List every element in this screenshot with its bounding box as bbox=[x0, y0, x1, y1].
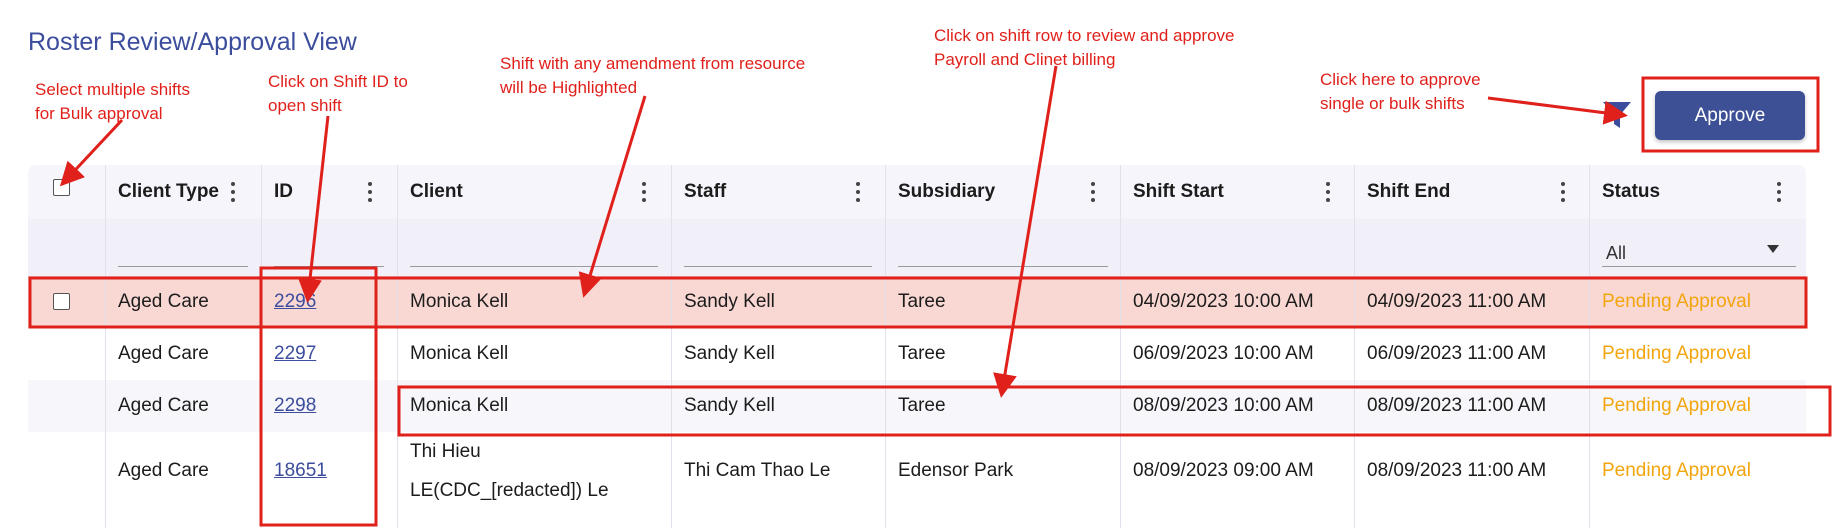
shift-id-link[interactable]: 18651 bbox=[274, 432, 327, 510]
filter-icon[interactable] bbox=[1600, 98, 1634, 132]
status-filter-select[interactable]: All bbox=[1606, 243, 1626, 264]
subsidiary-filter-input[interactable] bbox=[898, 266, 1108, 267]
column-header-client-type[interactable]: Client Type bbox=[118, 165, 219, 219]
shift-id-link[interactable]: 2298 bbox=[274, 380, 316, 432]
filter-row bbox=[28, 219, 1806, 276]
cell-subsidiary: Taree bbox=[898, 291, 946, 312]
column-divider bbox=[885, 165, 886, 528]
annotation-line: Click here to approve bbox=[1320, 70, 1481, 89]
cell-client-type: Aged Care bbox=[118, 460, 209, 481]
cell-shift-start: 08/09/2023 09:00 AM bbox=[1133, 460, 1314, 481]
shift-id-link[interactable]: 2296 bbox=[274, 276, 316, 328]
kebab-menu-icon[interactable] bbox=[1325, 182, 1331, 202]
kebab-menu-icon[interactable] bbox=[1090, 182, 1096, 202]
annotation-bulk-select: Select multiple shifts for Bulk approval bbox=[35, 78, 190, 126]
roster-table: Client Type ID Client Staff Subsidiary S… bbox=[28, 165, 1806, 528]
cell-client: Thi Hieu LE(CDC_[redacted]) Le bbox=[410, 432, 609, 510]
table-row[interactable]: Aged Care 18651 Thi Hieu LE(CDC_[redacte… bbox=[28, 432, 1806, 528]
column-divider bbox=[105, 165, 106, 528]
cell-client-type: Aged Care bbox=[118, 291, 209, 312]
annotation-amendment: Shift with any amendment from resource w… bbox=[500, 52, 805, 100]
page-title: Roster Review/Approval View bbox=[28, 28, 357, 56]
cell-subsidiary: Edensor Park bbox=[898, 460, 1014, 481]
cell-client: Monica Kell bbox=[410, 291, 509, 312]
cell-shift-start: 06/09/2023 10:00 AM bbox=[1133, 343, 1314, 364]
cell-staff: Sandy Kell bbox=[684, 291, 775, 312]
client-filter-input[interactable] bbox=[410, 266, 658, 267]
cell-shift-start: 04/09/2023 10:00 AM bbox=[1133, 291, 1314, 312]
kebab-menu-icon[interactable] bbox=[1560, 182, 1566, 202]
column-divider bbox=[671, 165, 672, 528]
annotation-approve-hint: Click here to approve single or bulk shi… bbox=[1320, 68, 1481, 116]
annotation-line: will be Highlighted bbox=[500, 78, 638, 97]
row-checkbox[interactable] bbox=[53, 293, 70, 310]
kebab-menu-icon[interactable] bbox=[230, 182, 236, 202]
annotation-line: single or bulk shifts bbox=[1320, 94, 1465, 113]
status-badge: Pending Approval bbox=[1602, 460, 1751, 481]
annotation-line: Shift with any amendment from resource bbox=[500, 54, 806, 73]
cell-client-type: Aged Care bbox=[118, 395, 209, 416]
client-type-filter-input[interactable] bbox=[118, 266, 248, 267]
kebab-menu-icon[interactable] bbox=[367, 182, 373, 202]
column-divider bbox=[1354, 165, 1355, 528]
column-header-client[interactable]: Client bbox=[410, 165, 463, 219]
client-name-line-2: LE(CDC_[redacted]) Le bbox=[410, 480, 609, 501]
staff-filter-input[interactable] bbox=[684, 266, 872, 267]
column-header-status[interactable]: Status bbox=[1602, 165, 1660, 219]
cell-subsidiary: Taree bbox=[898, 395, 946, 416]
client-name-line-1: Thi Hieu bbox=[410, 441, 481, 462]
cell-shift-end: 04/09/2023 11:00 AM bbox=[1367, 291, 1547, 312]
annotation-line: open shift bbox=[268, 96, 342, 115]
status-filter-underline bbox=[1602, 266, 1796, 267]
column-divider bbox=[1589, 165, 1590, 528]
cell-staff: Sandy Kell bbox=[684, 343, 775, 364]
column-divider bbox=[397, 165, 398, 528]
column-divider bbox=[261, 165, 262, 528]
column-header-staff[interactable]: Staff bbox=[684, 165, 726, 219]
status-badge: Pending Approval bbox=[1602, 291, 1751, 312]
select-all-checkbox[interactable] bbox=[53, 179, 70, 196]
column-header-id[interactable]: ID bbox=[274, 165, 293, 219]
cell-staff: Thi Cam Thao Le bbox=[684, 460, 831, 481]
table-row[interactable]: Aged Care 2298 Monica Kell Sandy Kell Ta… bbox=[28, 380, 1806, 432]
shift-id-link[interactable]: 2297 bbox=[274, 328, 316, 380]
cell-client: Monica Kell bbox=[410, 343, 509, 364]
cell-shift-end: 06/09/2023 11:00 AM bbox=[1367, 343, 1547, 364]
cell-shift-end: 08/09/2023 11:00 AM bbox=[1367, 460, 1547, 481]
kebab-menu-icon[interactable] bbox=[855, 182, 861, 202]
column-header-shift-start[interactable]: Shift Start bbox=[1133, 165, 1224, 219]
cell-subsidiary: Taree bbox=[898, 343, 946, 364]
annotation-shift-id: Click on Shift ID to open shift bbox=[268, 70, 408, 118]
annotation-review-row: Click on shift row to review and approve… bbox=[934, 24, 1234, 72]
annotation-line: for Bulk approval bbox=[35, 104, 163, 123]
kebab-menu-icon[interactable] bbox=[641, 182, 647, 202]
annotation-line: Click on Shift ID to bbox=[268, 72, 408, 91]
cell-client-type: Aged Care bbox=[118, 343, 209, 364]
table-header: Client Type ID Client Staff Subsidiary S… bbox=[28, 165, 1806, 219]
id-filter-input[interactable] bbox=[274, 266, 384, 267]
cell-staff: Sandy Kell bbox=[684, 395, 775, 416]
cell-client: Monica Kell bbox=[410, 395, 509, 416]
dropdown-arrow-icon[interactable] bbox=[1767, 245, 1779, 253]
kebab-menu-icon[interactable] bbox=[1776, 182, 1782, 202]
status-badge: Pending Approval bbox=[1602, 395, 1751, 416]
cell-shift-end: 08/09/2023 11:00 AM bbox=[1367, 395, 1547, 416]
approve-button[interactable]: Approve bbox=[1655, 91, 1805, 140]
cell-shift-start: 08/09/2023 10:00 AM bbox=[1133, 395, 1314, 416]
annotation-line: Select multiple shifts bbox=[35, 80, 190, 99]
annotation-line: Payroll and Clinet billing bbox=[934, 50, 1116, 69]
column-header-subsidiary[interactable]: Subsidiary bbox=[898, 165, 995, 219]
table-row[interactable]: Aged Care 2297 Monica Kell Sandy Kell Ta… bbox=[28, 328, 1806, 380]
table-row[interactable]: Aged Care 2296 Monica Kell Sandy Kell Ta… bbox=[28, 276, 1806, 328]
annotation-line: Click on shift row to review and approve bbox=[934, 26, 1235, 45]
column-header-shift-end[interactable]: Shift End bbox=[1367, 165, 1450, 219]
column-divider bbox=[1120, 165, 1121, 528]
status-badge: Pending Approval bbox=[1602, 343, 1751, 364]
